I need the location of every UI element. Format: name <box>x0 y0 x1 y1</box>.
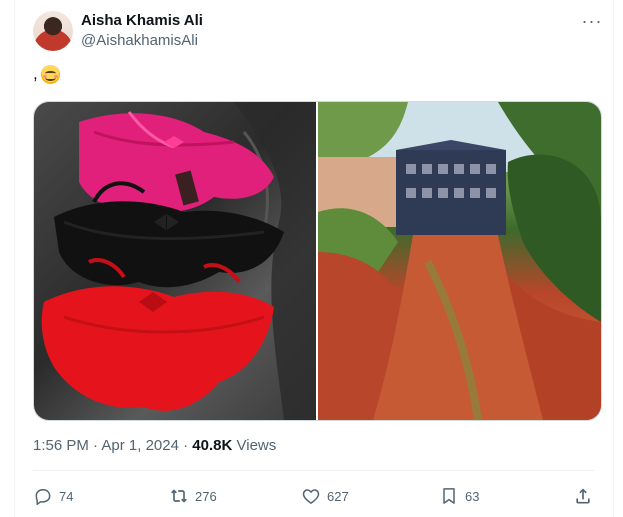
media-grid <box>33 101 602 421</box>
tweet-date[interactable]: Apr 1, 2024 <box>101 437 179 454</box>
like-count: 627 <box>327 488 349 504</box>
reply-button[interactable]: 74 <box>33 482 73 510</box>
repost-button[interactable]: 276 <box>169 482 217 510</box>
author-display-name[interactable]: Aisha Khamis Ali <box>81 12 203 29</box>
share-button[interactable] <box>573 482 593 510</box>
reply-icon <box>35 489 51 506</box>
tweet-text: , <box>33 64 60 84</box>
avatar[interactable] <box>33 11 73 51</box>
more-options-button[interactable]: ··· <box>581 10 603 32</box>
reply-count: 74 <box>59 488 74 504</box>
smiling-face-emoji-icon <box>40 64 60 84</box>
views-label: Views <box>236 437 277 454</box>
tweet-meta: 1:56 PM · Apr 1, 2024 · 40.8K Views <box>33 437 276 454</box>
photo-red-soil-path-gate[interactable] <box>318 102 601 420</box>
meta-separator: · <box>183 437 189 454</box>
like-button[interactable]: 627 <box>301 482 349 510</box>
tweet-card: Aisha Khamis Ali @AishakhamisAli ··· , 1… <box>14 0 614 517</box>
share-icon <box>576 488 590 504</box>
photo-lingerie[interactable] <box>34 102 316 420</box>
repost-count: 276 <box>195 488 217 504</box>
tweet-text-content: , <box>33 64 38 83</box>
divider <box>33 470 595 471</box>
bookmark-button[interactable]: 63 <box>439 482 479 510</box>
heart-icon <box>302 489 320 504</box>
tweet-time[interactable]: 1:56 PM <box>33 437 89 454</box>
more-horizontal-icon: ··· <box>581 10 603 31</box>
action-bar: 74 276 627 63 <box>33 482 595 510</box>
photo-gate-illustration <box>318 102 601 420</box>
bookmark-icon <box>443 488 455 504</box>
meta-separator: · <box>93 437 99 454</box>
photo-lingerie-illustration <box>41 102 316 420</box>
repost-icon <box>171 489 187 503</box>
views-count: 40.8K <box>192 437 233 454</box>
author-handle[interactable]: @AishakhamisAli <box>81 32 198 49</box>
bookmark-count: 63 <box>465 488 480 504</box>
